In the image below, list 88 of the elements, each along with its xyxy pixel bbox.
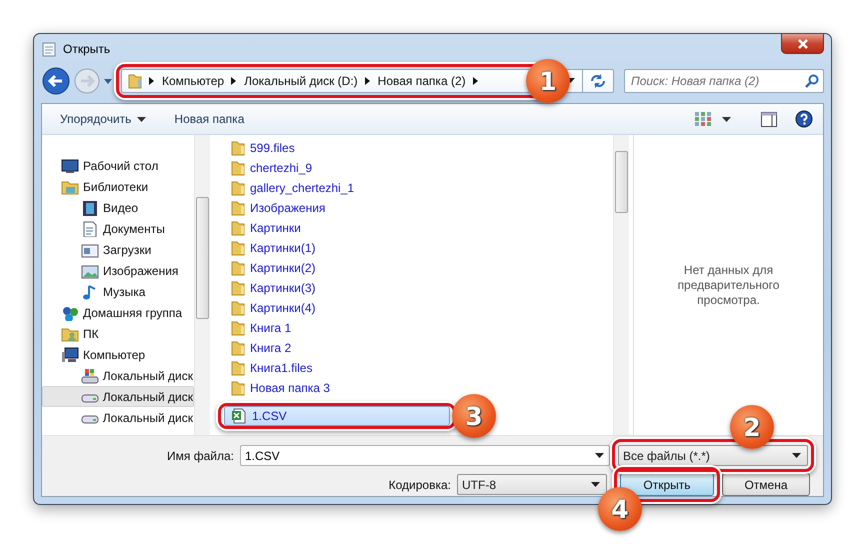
preview-message: Нет данных для предварительного просмотра. — [676, 262, 780, 308]
folder-icon — [231, 360, 245, 376]
file-name-field[interactable]: 1.CSV — [240, 445, 610, 466]
folder-icon — [231, 180, 245, 196]
encoding-label: Кодировка: — [388, 478, 451, 492]
folder-icon — [231, 220, 245, 236]
caret-icon[interactable] — [722, 116, 731, 122]
file-list-item[interactable]: Картинки — [224, 218, 450, 238]
sidebar-item[interactable]: Локальный диск — [42, 407, 194, 428]
close-button[interactable] — [781, 34, 824, 54]
user-folder-icon — [61, 326, 79, 342]
folder-icon — [231, 200, 245, 216]
caret-icon — [591, 482, 600, 487]
folder-icon — [231, 140, 245, 156]
sidebar-item[interactable]: Локальный диск — [42, 386, 194, 407]
file-list-item[interactable]: Изображения — [224, 198, 450, 218]
sidebar-item[interactable]: ПК — [42, 323, 194, 344]
sidebar-item[interactable]: Изображения — [42, 260, 194, 281]
file-list-item[interactable]: Картинки(4) — [224, 298, 450, 318]
sidebar-item[interactable]: Локальный диск — [42, 365, 194, 386]
sidebar-item[interactable]: Компьютер — [42, 344, 194, 365]
notepad-icon — [41, 41, 57, 57]
chevron-icon — [472, 77, 479, 85]
spreadsheet-file-icon — [231, 408, 247, 424]
folder-icon — [231, 340, 245, 356]
file-list-item[interactable]: Картинки(3) — [224, 278, 450, 298]
folder-icon — [231, 380, 245, 396]
folder-icon — [231, 240, 245, 256]
organize-menu-button[interactable]: Упорядочить — [52, 109, 154, 129]
sidebar-item[interactable]: Видео — [42, 197, 194, 218]
sidebar-item[interactable]: Библиотеки — [42, 176, 194, 197]
file-list-item[interactable]: Книга 1 — [224, 318, 450, 338]
window-title: Открыть — [63, 42, 110, 56]
folder-icon — [231, 160, 245, 176]
file-list-item[interactable]: 1.CSV — [224, 406, 450, 426]
file-list-item[interactable]: Картинки(1) — [224, 238, 450, 258]
back-arrow-button[interactable] — [41, 66, 71, 96]
help-icon[interactable] — [795, 110, 813, 128]
chevron-icon — [364, 77, 371, 85]
refresh-arrows-icon[interactable] — [589, 73, 607, 89]
open-button[interactable]: Открыть — [620, 473, 714, 496]
window-icon — [81, 242, 99, 258]
file-list-item[interactable]: Книга1.files — [224, 358, 450, 378]
file-type-dropdown[interactable]: Все файлы (*.*) — [618, 445, 808, 466]
callout-number: 4 — [598, 487, 642, 531]
folder-icon — [128, 73, 142, 89]
breadcrumb-item[interactable]: Новая папка (2) — [378, 74, 466, 88]
sidebar-item[interactable]: Рабочий стол — [42, 155, 194, 176]
film-icon — [81, 200, 99, 216]
folder-icon — [231, 300, 245, 316]
windows-drive-icon — [81, 368, 99, 384]
sidebar-item[interactable]: Документы — [42, 218, 194, 239]
library-folder-icon — [61, 178, 79, 194]
view-grid-icon[interactable] — [694, 111, 712, 127]
sidebar-item[interactable]: Домашняя группа — [42, 302, 194, 323]
folder-icon — [231, 320, 245, 336]
picture-icon — [81, 262, 99, 278]
encoding-dropdown[interactable]: UTF-8 — [457, 474, 607, 495]
sidebar-item[interactable]: Загрузки — [42, 239, 194, 260]
file-list-item[interactable]: Новая папка 3 — [224, 378, 450, 398]
document-icon — [81, 220, 99, 236]
file-list-item[interactable]: Книга 2 — [224, 338, 450, 358]
file-list-item[interactable]: 599.files — [224, 138, 450, 158]
monitor-icon — [61, 158, 79, 174]
cancel-button[interactable]: Отмена — [722, 473, 810, 496]
breadcrumb-item[interactable]: Компьютер — [162, 74, 224, 88]
file-name-label: Имя файла: — [166, 448, 234, 462]
search-field[interactable]: Поиск: Новая папка (2) — [624, 69, 824, 93]
caret-icon — [792, 453, 801, 458]
scrollbar[interactable] — [194, 135, 210, 435]
preview-pane-icon[interactable] — [761, 112, 777, 126]
new-folder-button[interactable]: Новая папка — [166, 109, 252, 129]
computer-icon — [61, 346, 79, 362]
file-list-item[interactable]: gallery_chertezhi_1 — [224, 178, 450, 198]
caret-icon[interactable] — [595, 453, 604, 458]
folder-icon — [231, 260, 245, 276]
chevron-icon — [149, 77, 155, 85]
folder-icon — [231, 280, 245, 296]
breadcrumb-item[interactable]: Локальный диск (D:) — [244, 74, 358, 88]
close-icon — [796, 38, 808, 48]
sidebar-item[interactable]: Музыка — [42, 281, 194, 302]
scrollbar[interactable] — [613, 135, 629, 435]
colored-dots-icon — [61, 304, 79, 320]
file-list-item[interactable]: chertezhi_9 — [224, 158, 450, 178]
caret-icon — [137, 116, 146, 122]
search-icon — [805, 74, 819, 88]
chevron-icon — [231, 77, 238, 85]
file-list-item[interactable]: Картинки(2) — [224, 258, 450, 278]
